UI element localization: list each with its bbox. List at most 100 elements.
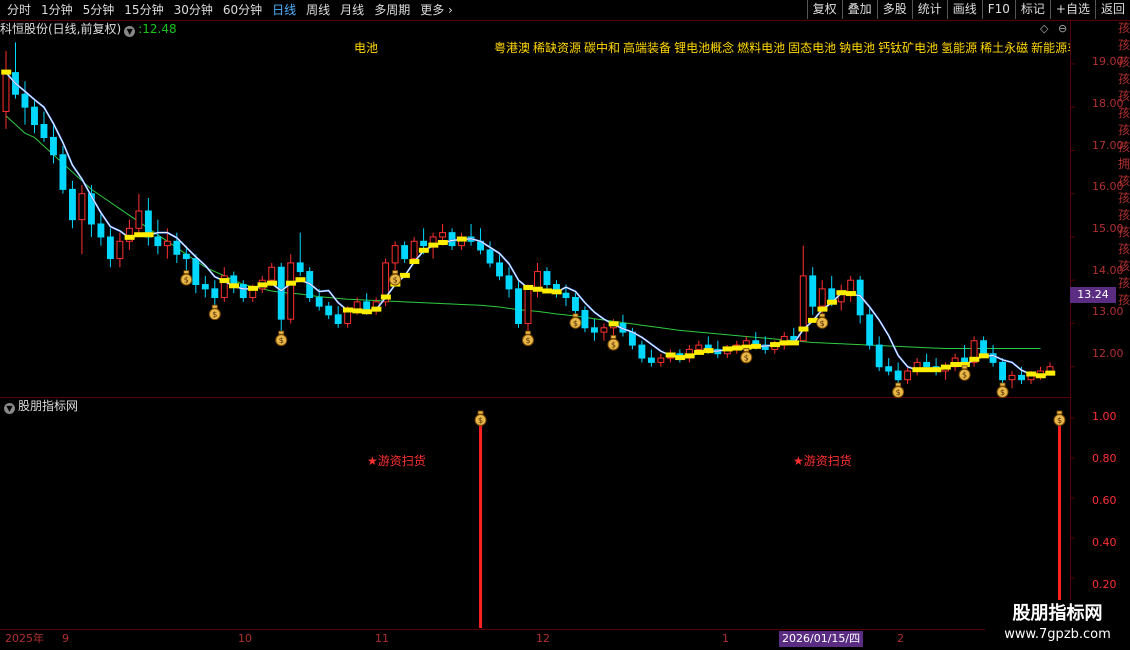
concept-tag[interactable]: 稀缺资源: [533, 41, 581, 55]
concept-tag[interactable]: 燃料电池: [737, 41, 785, 55]
draw-line-button[interactable]: 画线: [946, 0, 982, 19]
add-watchlist-button[interactable]: +自选: [1049, 0, 1095, 19]
indicator-bars: $ $: [474, 410, 1066, 628]
chevron-down-icon[interactable]: ▼: [4, 403, 15, 414]
yellow-segment: [532, 286, 543, 292]
stock-title[interactable]: 科恒股份(日线,前复权): [0, 22, 121, 36]
adjust-button[interactable]: 复权: [806, 0, 842, 19]
concept-tag[interactable]: 新能源车: [1031, 41, 1070, 55]
tab-weekly[interactable]: 周线: [301, 0, 335, 20]
tab-more[interactable]: 更多 ›: [415, 0, 458, 20]
candle: [173, 232, 181, 263]
candle: [856, 275, 864, 324]
money-bag-body: [275, 334, 288, 347]
money-bag-body: [389, 273, 402, 286]
concept-tag[interactable]: 钠电池: [839, 41, 875, 55]
candle-body: [771, 344, 779, 350]
candle: [363, 293, 371, 315]
back-button[interactable]: 返回: [1094, 0, 1130, 19]
tab-multi-period[interactable]: 多周期: [369, 0, 415, 20]
candle: [989, 345, 997, 367]
candle-body: [211, 288, 219, 299]
candle: [325, 301, 333, 320]
concept-tag[interactable]: 稀土永磁: [980, 41, 1028, 55]
money-bag-symbol: $: [212, 310, 217, 319]
candle-body: [695, 344, 703, 350]
x-axis-label: 12: [536, 632, 550, 645]
yellow-segment: [409, 259, 420, 265]
toolbar: 分时 1分钟 5分钟 15分钟 30分钟 60分钟 日线 周线 月线 多周期 更…: [0, 0, 1130, 21]
chevron-down-icon[interactable]: ▼: [124, 26, 136, 37]
indicator-title[interactable]: ▼ 股朋指标网: [4, 398, 78, 414]
candle-body: [391, 245, 399, 264]
concept-tag[interactable]: 氢能源: [941, 41, 977, 55]
candle-body: [31, 106, 38, 126]
concept-tag[interactable]: 碳中和: [584, 41, 620, 55]
yellow-segment: [789, 340, 799, 346]
multi-stock-button[interactable]: 多股: [876, 0, 912, 19]
candle-body: [543, 271, 551, 286]
candle: [676, 349, 684, 363]
watermark-title: 股朋指标网: [1012, 603, 1103, 624]
statistics-button[interactable]: 统计: [911, 0, 947, 19]
candle: [780, 332, 788, 350]
candle: [2, 50, 10, 129]
tab-5min[interactable]: 5分钟: [78, 0, 120, 20]
tab-monthly[interactable]: 月线: [335, 0, 369, 20]
candle-body: [239, 284, 247, 299]
diamond-icon[interactable]: ◇: [1040, 23, 1048, 35]
tab-30min[interactable]: 30分钟: [169, 0, 218, 20]
tab-1min[interactable]: 1分钟: [36, 0, 78, 20]
current-price-tag: 13.24: [1070, 287, 1116, 303]
candle: [344, 306, 352, 328]
yellow-segment: [257, 282, 268, 288]
candle-body: [59, 154, 67, 190]
tab-60min[interactable]: 60分钟: [218, 0, 267, 20]
candle-body: [818, 288, 826, 307]
tab-15min[interactable]: 15分钟: [119, 0, 168, 20]
candle-body: [942, 366, 950, 372]
yellow-segment: [940, 364, 951, 370]
mark-button[interactable]: 标记: [1014, 0, 1050, 19]
candle: [875, 336, 883, 372]
candle: [904, 366, 912, 385]
money-bag-neck: [392, 270, 399, 274]
candle-body: [486, 249, 494, 264]
yellow-segment: [134, 232, 145, 238]
last-price: 12.48: [142, 22, 177, 36]
money-bag-icon: $: [740, 348, 753, 364]
candle: [609, 319, 617, 337]
candle-body: [676, 353, 684, 359]
concept-tag[interactable]: 固态电池: [788, 41, 836, 55]
yellow-segment: [1, 69, 12, 75]
yellow-segment: [826, 299, 837, 305]
kline-chart[interactable]: $$$$$$$$$$$$ $ $: [0, 0, 1130, 650]
candle-body: [657, 357, 665, 363]
concept-tag[interactable]: 钙钛矿电池: [878, 41, 938, 55]
money-bag-neck: [211, 304, 218, 309]
candle: [999, 358, 1006, 385]
candle: [600, 323, 608, 341]
toolbar-actions: 复权 叠加 多股 统计 画线 F10 标记 +自选 返回: [806, 0, 1130, 20]
concept-tag[interactable]: 粤港澳: [494, 41, 530, 55]
candle: [87, 185, 95, 237]
tab-fenshi[interactable]: 分时: [2, 0, 36, 20]
candle: [391, 241, 399, 272]
money-bag-markers: $ $ $ $ $ $ $ $ $ $ $ $: [180, 270, 1009, 399]
candle: [942, 362, 950, 380]
right-edge-labels: 孩孩孩孩孩孩孩孩拥孩孩孩孩孩孩孩孩: [1118, 21, 1130, 307]
yellow-segment: [931, 367, 942, 373]
candle: [1008, 371, 1016, 389]
tab-daily[interactable]: 日线: [267, 0, 301, 20]
candle: [647, 349, 655, 367]
concept-tag[interactable]: 锂电池概念: [674, 41, 734, 55]
settings-icon[interactable]: ⊖: [1058, 23, 1067, 35]
candle-body: [600, 327, 608, 333]
f10-button[interactable]: F10: [981, 0, 1015, 19]
money-bag-neck: [477, 410, 484, 415]
money-bag-symbol: $: [279, 336, 284, 345]
money-bag-body: [740, 351, 753, 364]
overlay-button[interactable]: 叠加: [841, 0, 877, 19]
concept-tag[interactable]: 高端装备: [623, 41, 671, 55]
candle: [410, 236, 418, 263]
